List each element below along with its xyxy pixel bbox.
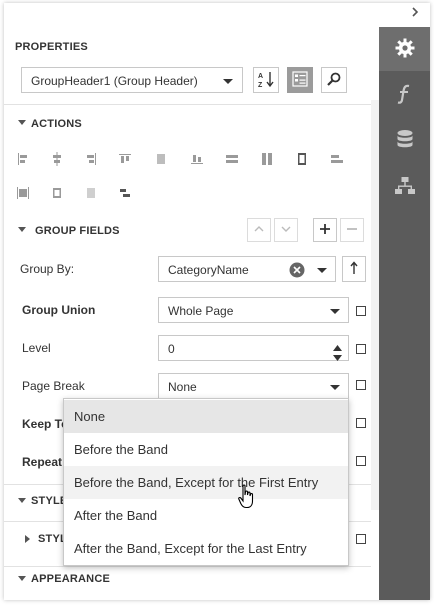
categorized-icon <box>292 70 308 90</box>
send-to-back-icon[interactable] <box>117 185 133 201</box>
group-union-select[interactable]: Whole Page <box>158 297 349 323</box>
dropdown-option-before-band-except-first[interactable]: Before the Band, Except for the First En… <box>64 466 348 499</box>
side-tab-bar <box>379 27 430 600</box>
vertical-scrollbar[interactable] <box>371 100 379 510</box>
dropdown-option-after-band-except-last[interactable]: After the Band, Except for the Last Entr… <box>64 532 348 565</box>
group-union-label: Group Union <box>22 303 96 317</box>
gear-icon <box>394 37 416 62</box>
field-list-tab[interactable] <box>379 119 430 163</box>
align-center-icon[interactable] <box>49 151 65 167</box>
center-horizontally-icon[interactable] <box>15 185 31 201</box>
page-break-label: Page Break <box>22 379 85 393</box>
expand-styles-sub-icon[interactable] <box>25 535 30 543</box>
add-field-button[interactable] <box>313 218 337 242</box>
svg-text:Z: Z <box>258 82 263 88</box>
report-explorer-tab[interactable] <box>379 165 430 209</box>
spin-down-icon[interactable] <box>333 350 342 364</box>
sort-order-button[interactable] <box>342 256 366 282</box>
same-height-icon[interactable] <box>259 151 275 167</box>
keep-together-checkbox[interactable] <box>356 418 366 428</box>
group-by-label: Group By: <box>20 262 75 276</box>
panel-top-bar <box>4 3 430 27</box>
chevron-down-icon <box>281 224 291 236</box>
move-down-button[interactable] <box>274 218 298 242</box>
align-left-icon[interactable] <box>15 151 31 167</box>
same-width-icon[interactable] <box>224 151 240 167</box>
search-button[interactable] <box>321 67 347 93</box>
expand-appearance-icon[interactable] <box>18 576 26 581</box>
align-top-icon[interactable] <box>117 151 133 167</box>
bring-to-front-icon[interactable] <box>83 185 99 201</box>
move-up-button[interactable] <box>247 218 271 242</box>
align-middle-icon[interactable] <box>153 151 169 167</box>
styles-checkbox[interactable] <box>356 534 366 544</box>
hierarchy-icon <box>394 176 416 199</box>
expand-group-fields-icon[interactable] <box>18 227 26 232</box>
level-label: Level <box>22 341 51 355</box>
divider <box>4 566 371 567</box>
function-icon <box>395 83 415 108</box>
panel-heading: PROPERTIES <box>15 41 88 53</box>
remove-field-button[interactable] <box>340 218 364 242</box>
chevron-right-icon[interactable] <box>408 6 422 20</box>
group-by-value: CategoryName <box>168 263 249 277</box>
level-spin-editor[interactable]: 0 <box>158 335 349 361</box>
expand-styles-icon[interactable] <box>18 498 26 503</box>
keep-together-label: Keep To <box>22 417 69 431</box>
database-icon <box>396 129 414 154</box>
dropdown-option-after-band[interactable]: After the Band <box>64 499 348 532</box>
chevron-down-icon <box>330 309 340 314</box>
sort-alphabetical-button[interactable]: AZ <box>253 67 279 93</box>
align-bottom-icon[interactable] <box>189 151 205 167</box>
repeat-every-page-checkbox[interactable] <box>356 456 366 466</box>
search-icon <box>326 71 342 90</box>
hand-cursor-icon <box>238 484 256 510</box>
group-fields-section-title[interactable]: GROUP FIELDS <box>35 225 120 237</box>
properties-tab[interactable] <box>379 27 430 71</box>
size-to-grid-icon[interactable] <box>329 151 345 167</box>
appearance-section-title[interactable]: APPEARANCE <box>31 573 110 585</box>
align-right-icon[interactable] <box>83 151 99 167</box>
page-break-value: None <box>168 380 197 394</box>
group-union-value: Whole Page <box>168 304 234 318</box>
group-by-select[interactable]: CategoryName <box>158 256 336 282</box>
page-break-dropdown-list: None Before the Band Before the Band, Ex… <box>63 398 349 566</box>
page-break-checkbox[interactable] <box>356 380 366 390</box>
chevron-down-icon <box>330 385 340 390</box>
group-union-checkbox[interactable] <box>356 306 366 316</box>
level-checkbox[interactable] <box>356 344 366 354</box>
page-break-select[interactable]: None <box>158 373 349 399</box>
chevron-up-icon <box>254 224 264 236</box>
same-size-icon[interactable] <box>294 151 310 167</box>
plus-icon <box>319 223 331 238</box>
minus-icon <box>346 223 358 238</box>
component-selector-value: GroupHeader1 (Group Header) <box>31 74 198 88</box>
expressions-tab[interactable] <box>379 73 430 117</box>
clear-icon[interactable] <box>289 262 305 281</box>
actions-section-title[interactable]: ACTIONS <box>31 118 82 130</box>
component-selector[interactable]: GroupHeader1 (Group Header) <box>21 67 243 93</box>
chevron-down-icon <box>223 79 233 84</box>
categorized-button[interactable] <box>287 67 313 93</box>
divider <box>4 104 371 105</box>
dropdown-option-before-band[interactable]: Before the Band <box>64 433 348 466</box>
expand-actions-icon[interactable] <box>18 120 26 125</box>
arrow-up-icon <box>349 260 359 278</box>
dropdown-option-none[interactable]: None <box>64 400 348 433</box>
chevron-down-icon <box>317 268 327 273</box>
svg-text:A: A <box>258 73 263 80</box>
level-value: 0 <box>168 342 175 356</box>
sort-alphabetical-icon: AZ <box>257 70 275 91</box>
center-vertically-icon[interactable] <box>49 185 65 201</box>
